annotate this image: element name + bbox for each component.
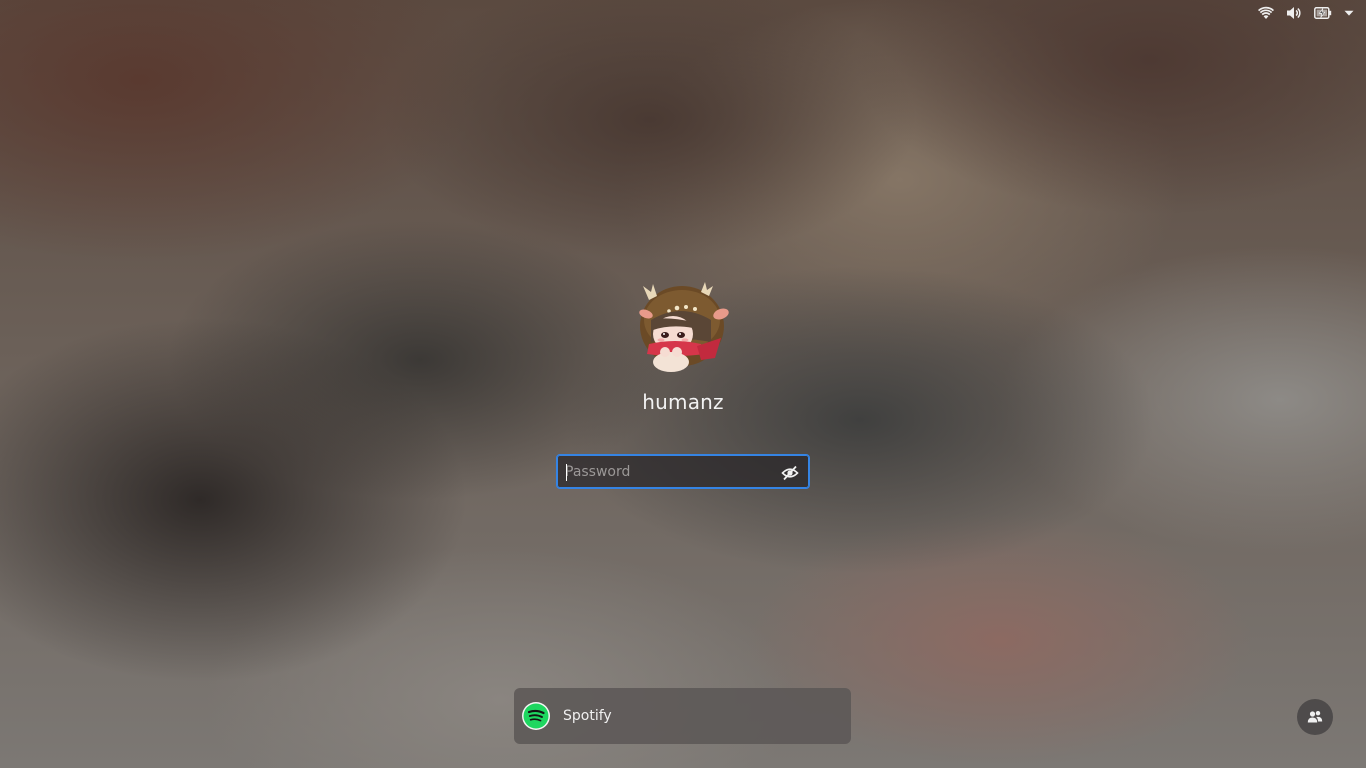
users-icon <box>1307 710 1323 724</box>
system-tray[interactable] <box>1258 4 1354 22</box>
menu-arrow-down-icon[interactable] <box>1344 8 1354 18</box>
username-label: humanz <box>642 390 724 414</box>
volume-icon <box>1286 5 1302 21</box>
wifi-icon <box>1258 5 1274 21</box>
login-panel: humanz <box>0 280 1366 489</box>
lock-screen: humanz Spotify <box>0 0 1366 768</box>
spotify-icon <box>521 701 551 731</box>
text-caret <box>566 464 567 481</box>
password-input[interactable] <box>565 455 770 488</box>
password-field-container[interactable] <box>556 454 810 489</box>
media-notification[interactable]: Spotify <box>514 688 851 744</box>
eye-slash-icon[interactable] <box>781 464 799 482</box>
switch-user-button[interactable] <box>1297 699 1333 735</box>
notification-app-name: Spotify <box>563 708 612 724</box>
battery-charging-icon <box>1314 6 1332 20</box>
user-avatar <box>635 280 731 376</box>
